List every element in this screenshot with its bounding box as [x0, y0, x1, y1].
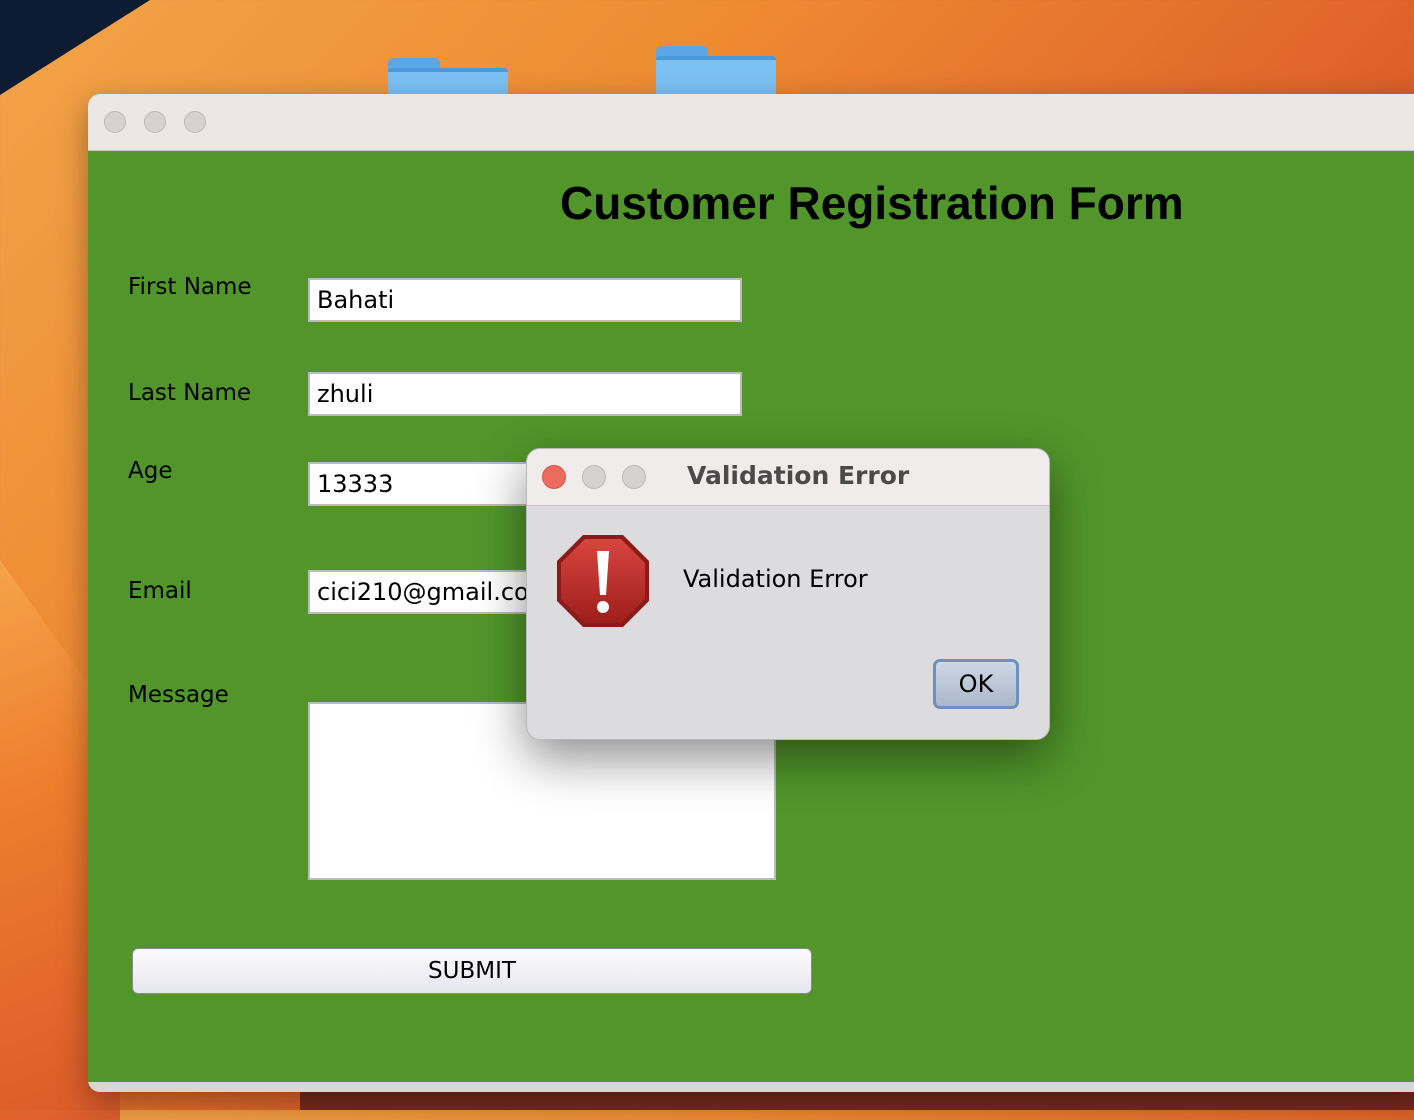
- last-name-field[interactable]: zhuli: [308, 372, 742, 416]
- dialog-close-button[interactable]: [542, 465, 566, 489]
- dialog-minimize-button[interactable]: [582, 465, 606, 489]
- dialog-title: Validation Error: [687, 461, 910, 490]
- wallpaper-bottom: [300, 1090, 1414, 1110]
- wallpaper-corner: [0, 0, 150, 95]
- dialog-zoom-button[interactable]: [622, 465, 646, 489]
- submit-button[interactable]: SUBMIT: [132, 948, 812, 994]
- age-label: Age: [128, 458, 173, 484]
- window-titlebar[interactable]: [88, 94, 1414, 151]
- email-label: Email: [128, 578, 192, 604]
- form-title: Customer Registration Form: [560, 177, 1184, 229]
- first-name-field[interactable]: Bahati: [308, 278, 742, 322]
- ok-button[interactable]: OK: [933, 659, 1019, 709]
- last-name-label: Last Name: [128, 380, 252, 406]
- first-name-label: First Name: [128, 274, 252, 300]
- dialog-message: Validation Error: [683, 565, 868, 593]
- window-bottom-edge: [88, 1082, 1414, 1092]
- validation-error-dialog: Validation Error Validation Error OK: [526, 448, 1050, 740]
- close-window-button[interactable]: [104, 111, 126, 133]
- dialog-titlebar[interactable]: Validation Error: [527, 449, 1049, 506]
- error-stop-icon: [557, 535, 649, 627]
- minimize-window-button[interactable]: [144, 111, 166, 133]
- message-label: Message: [128, 682, 229, 708]
- zoom-window-button[interactable]: [184, 111, 206, 133]
